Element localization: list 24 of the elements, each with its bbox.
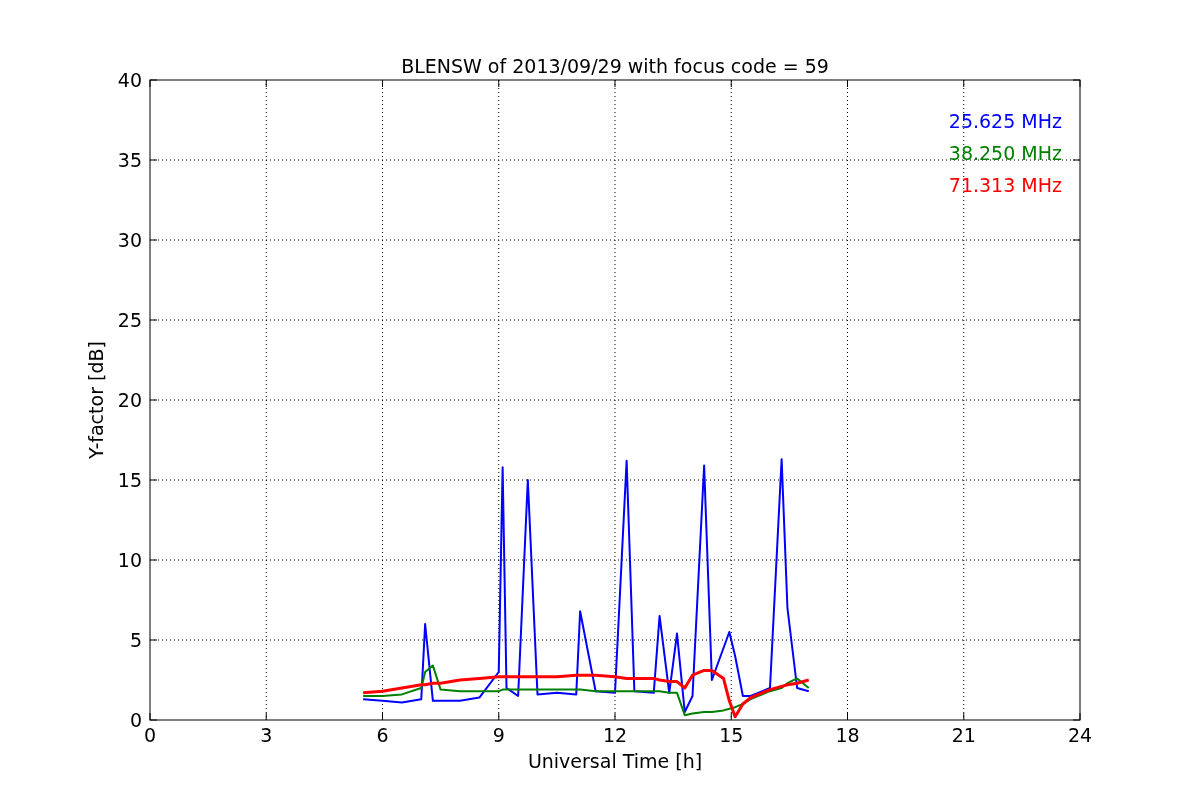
x-tick-label: 0 [143,724,157,746]
y-tick-label: 35 [117,149,142,171]
x-tick-label: 15 [719,724,744,746]
x-tick-label: 9 [492,724,505,746]
legend-label: 38.250 MHz [948,142,1062,164]
y-tick-label: 5 [129,629,142,651]
x-tick-label: 24 [1067,724,1093,746]
x-tick-label: 18 [835,724,860,746]
x-axis-label: Universal Time [h] [527,750,703,772]
y-tick-label: 10 [117,549,142,571]
y-tick-label: 20 [117,389,142,411]
y-tick-label: 25 [117,309,142,331]
y-tick-label: 15 [117,469,142,491]
y-tick-label: 30 [117,229,142,251]
x-tick-label: 12 [602,724,628,746]
y-tick-label: 0 [129,709,142,731]
chart-title: BLENSW of 2013/09/29 with focus code = 59 [401,55,829,77]
x-tick-label: 3 [260,724,273,746]
x-tick-label: 21 [951,724,976,746]
y-axis-label: Y-factor [dB] [85,341,107,459]
x-tick-label: 6 [376,724,389,746]
legend-label: 71.313 MHz [948,174,1062,196]
y-tick-label: 40 [117,69,142,91]
legend-label: 25.625 MHz [948,110,1062,132]
